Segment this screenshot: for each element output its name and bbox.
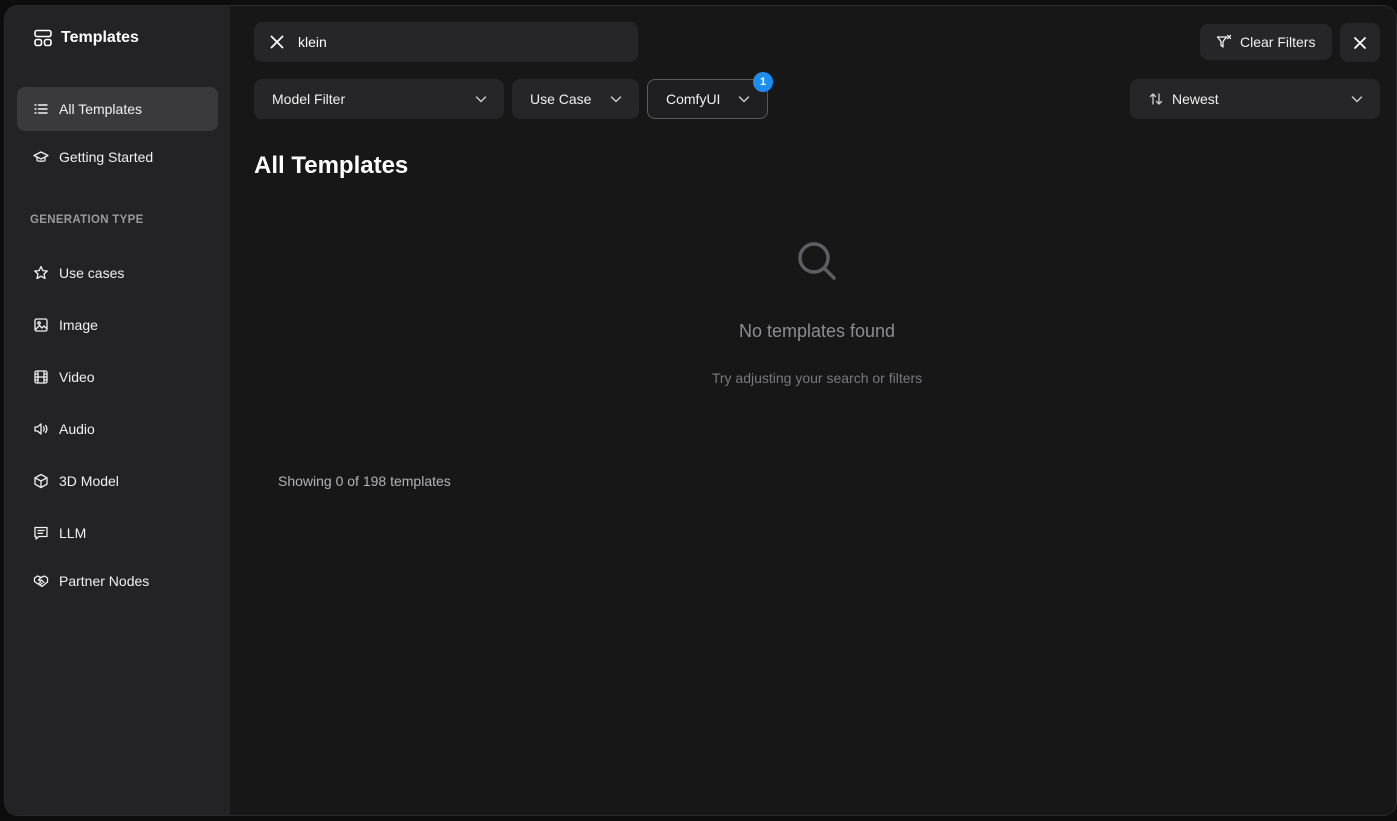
sidebar-item-label: All Templates	[59, 101, 143, 117]
handshake-icon	[33, 575, 49, 588]
graduation-cap-icon	[33, 151, 49, 162]
empty-state-subtitle: Try adjusting your search or filters	[711, 370, 923, 386]
sidebar-item-all-templates[interactable]: All Templates	[17, 87, 218, 131]
chat-icon	[34, 526, 48, 540]
speaker-icon	[34, 423, 48, 435]
results-count: Showing 0 of 198 templates	[278, 473, 451, 489]
cube-icon	[34, 473, 48, 489]
clear-search-icon[interactable]	[268, 33, 286, 51]
sidebar-item-llm[interactable]: LLM	[17, 511, 218, 555]
templates-icon	[34, 29, 52, 47]
empty-state-title: No templates found	[738, 321, 896, 341]
use-case-label: Use Case	[530, 91, 592, 107]
list-icon	[34, 104, 48, 114]
sidebar: Templates All Templates Getting Started …	[5, 6, 230, 815]
sidebar-item-label: Partner Nodes	[59, 573, 150, 589]
search-bar	[254, 22, 638, 62]
chevron-down-icon	[1351, 96, 1363, 103]
sidebar-item-video[interactable]: Video	[17, 355, 218, 399]
model-filter-dropdown[interactable]: Model Filter	[254, 79, 504, 119]
model-filter-label: Model Filter	[272, 91, 346, 107]
sidebar-title-text: Templates	[61, 29, 139, 46]
comfyui-dropdown[interactable]: ComfyUI	[647, 79, 768, 119]
filter-clear-icon	[1216, 34, 1232, 48]
sidebar-item-audio[interactable]: Audio	[17, 407, 218, 451]
chevron-down-icon	[475, 96, 487, 103]
chevron-down-icon	[738, 96, 750, 103]
sidebar-item-3d-model[interactable]: 3D Model	[17, 459, 218, 503]
filter-count-badge: 1	[753, 72, 773, 92]
sidebar-item-label: Use cases	[59, 265, 125, 281]
chevron-down-icon	[610, 96, 622, 103]
sidebar-item-image[interactable]: Image	[17, 303, 218, 347]
search-icon	[798, 242, 836, 280]
star-icon	[34, 265, 48, 280]
clear-filters-label: Clear Filters	[1240, 34, 1316, 50]
sidebar-item-partner-nodes[interactable]: Partner Nodes	[17, 559, 218, 603]
search-input[interactable]	[298, 34, 598, 50]
sidebar-item-label: Audio	[59, 421, 95, 437]
page-title: All Templates	[254, 152, 409, 179]
sidebar-item-getting-started[interactable]: Getting Started	[17, 135, 218, 179]
sort-dropdown[interactable]: Newest	[1130, 79, 1380, 119]
sidebar-item-label: LLM	[59, 525, 87, 541]
close-button[interactable]	[1340, 23, 1380, 62]
sidebar-item-use-cases[interactable]: Use cases	[17, 251, 218, 295]
film-icon	[34, 370, 48, 384]
close-icon	[1354, 36, 1366, 49]
sidebar-item-label: Getting Started	[59, 149, 154, 165]
sidebar-title: Templates	[33, 28, 139, 48]
sidebar-item-label: Image	[59, 317, 98, 333]
sidebar-item-label: Video	[59, 369, 95, 385]
section-label-generation-type: GENERATION TYPE	[30, 214, 144, 226]
templates-dialog: Templates All Templates Getting Started …	[4, 5, 1397, 816]
comfyui-label: ComfyUI	[666, 91, 721, 107]
sidebar-item-label: 3D Model	[59, 473, 119, 489]
sort-icon	[1149, 93, 1163, 105]
sort-label: Newest	[1172, 91, 1219, 107]
clear-filters-button[interactable]: Clear Filters	[1200, 24, 1332, 60]
image-icon	[34, 318, 48, 332]
use-case-dropdown[interactable]: Use Case	[512, 79, 639, 119]
